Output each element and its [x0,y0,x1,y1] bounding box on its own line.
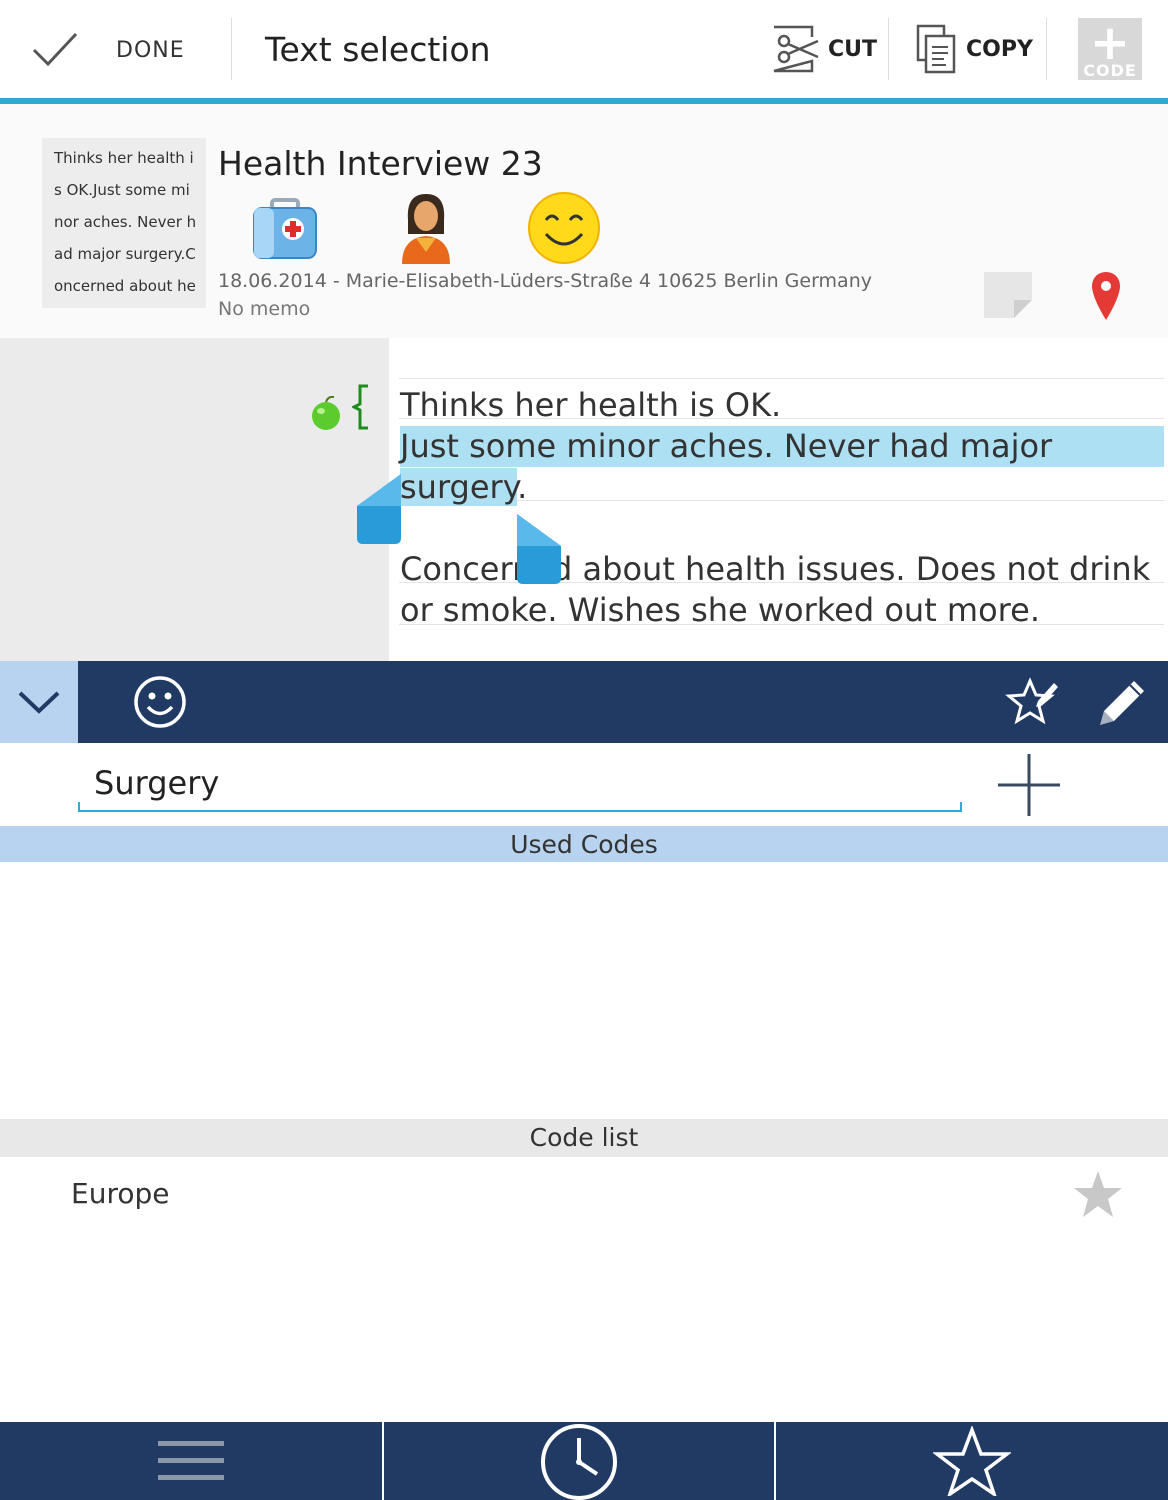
document-memo: No memo [218,298,311,320]
text-line: Thinks her health is OK. [400,386,782,424]
text-line: or smoke. Wishes she worked out more. [400,591,1040,629]
menu-icon [158,1441,224,1480]
star-edit-icon[interactable] [1004,675,1060,731]
page-title: Text selection [265,30,491,69]
thumbnail-line: Thinks her health i [54,149,194,167]
done-button[interactable]: DONE [30,20,200,80]
text-rule [399,378,1164,379]
medical-kit-icon[interactable] [250,194,320,264]
code-bracket-icon[interactable] [352,384,372,430]
nav-favorites-button[interactable] [776,1422,1168,1500]
copy-button[interactable]: COPY [914,22,1039,76]
copy-icon [916,24,956,74]
cut-button[interactable]: CUT [770,22,880,76]
woman-avatar-icon[interactable] [398,190,454,264]
chevron-down-icon [18,691,60,714]
nav-history-button[interactable] [384,1422,774,1500]
document-thumbnail[interactable]: Thinks her health i s OK.Just some mi no… [42,138,206,308]
selection-handle-start[interactable] [357,474,401,546]
input-underline-tick [960,802,962,812]
text-fragment: . [517,468,528,506]
memo-note-icon[interactable] [984,272,1032,318]
plus-icon: + [1089,15,1131,71]
clock-icon [541,1424,617,1500]
thumbnail-line: s OK.Just some mi [54,181,190,199]
code-list-header: Code list [0,1119,1168,1157]
thumbnail-line: nor aches. Never h [54,213,197,231]
code-gutter [0,338,389,661]
apple-code-icon[interactable] [310,396,342,430]
coding-toolbar [0,661,1168,743]
cut-label: CUT [828,36,878,62]
favorite-star-icon[interactable] [1072,1169,1124,1221]
code-search-input[interactable] [78,756,962,812]
bottom-nav [0,1422,1168,1500]
checkmark-icon [32,32,78,67]
document-text[interactable]: Thinks her health is OK. Just some minor… [389,338,1168,661]
copy-label: COPY [966,36,1033,62]
used-codes-header: Used Codes [0,826,1168,862]
document-header: Thinks her health i s OK.Just some mi no… [0,104,1168,338]
star-icon [933,1426,1011,1496]
action-bar: DONE Text selection CUT COPY + CODE [0,0,1168,98]
document-title: Health Interview 23 [218,144,543,183]
text-line: Concerned about health issues. Does not … [400,550,1151,588]
scissors-icon [773,25,819,73]
location-pin-icon[interactable] [1090,270,1122,322]
pencil-icon[interactable] [1094,675,1150,731]
collapse-button[interactable] [0,661,78,743]
code-item-label: Europe [71,1177,170,1210]
nav-menu-button[interactable] [0,1422,382,1500]
smiley-emoji-icon[interactable] [526,190,602,266]
thumbnail-line: ad major surgery.C [54,245,196,263]
selected-text[interactable]: surgery [400,468,518,506]
divider [888,18,889,80]
add-code-button[interactable] [996,752,1062,818]
divider [1046,18,1047,80]
done-label: DONE [116,37,185,63]
document-meta: 18.06.2014 - Marie-Elisabeth-Lüders-Stra… [218,270,872,292]
divider [231,18,232,80]
add-code-toolbar-button[interactable]: + CODE [1078,18,1142,80]
selected-text-line[interactable]: Just some minor aches. Never had major [400,426,1164,467]
selection-handle-end[interactable] [517,514,561,586]
thumbnail-line: oncerned about he [54,277,196,295]
list-item[interactable]: Europe [0,1157,1168,1233]
input-underline-tick [78,802,80,812]
text-line: surgery. [400,467,527,508]
smiley-icon[interactable] [132,674,188,730]
